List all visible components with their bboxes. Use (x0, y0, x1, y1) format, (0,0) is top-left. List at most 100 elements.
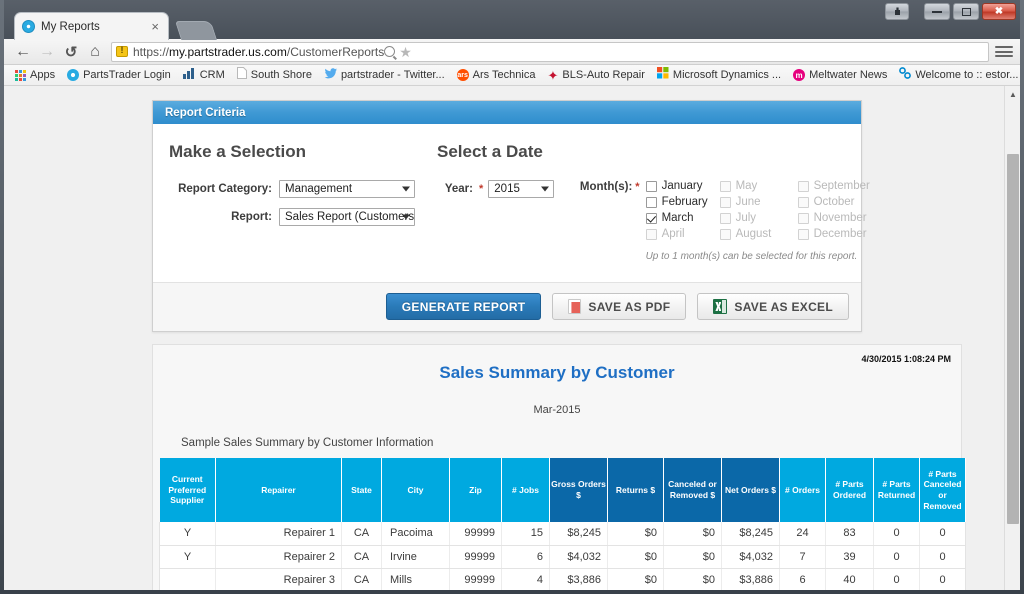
month-checkbox-december (797, 228, 809, 240)
month-option-january[interactable]: January (645, 180, 720, 192)
bookmark-star-icon[interactable]: ★ (399, 45, 412, 59)
report-select[interactable]: Sales Report (Customers (279, 208, 415, 226)
table-row: Y Repairer 2 CA Irvine 99999 6 $4,032 $0 $0 $4,03… (159, 545, 966, 569)
month-option-june: June (719, 196, 798, 208)
table-cell: $0 (663, 568, 722, 590)
column-header-8: Canceled or Removed $ (663, 458, 722, 522)
microsoft-squares-icon (656, 66, 669, 84)
month-checkbox-january[interactable] (645, 180, 657, 192)
scroll-up-icon[interactable]: ▲ (1005, 86, 1020, 102)
year-label: Year: (444, 183, 473, 195)
bookmark-partstrader-login[interactable]: PartsTrader Login (62, 68, 176, 82)
month-checkbox-march[interactable] (645, 212, 657, 224)
minimize-button[interactable] (924, 3, 950, 20)
table-cell: $0 (663, 522, 722, 546)
table-cell: 0 (873, 545, 920, 569)
partstrader-icon (67, 69, 80, 81)
new-tab-button[interactable] (174, 21, 218, 40)
help-button[interactable] (885, 3, 909, 20)
month-checkbox-november (797, 212, 809, 224)
column-header-3: City (381, 458, 450, 522)
report-category-select[interactable]: Management (279, 180, 415, 198)
table-cell: 0 (919, 545, 966, 569)
pdf-icon (568, 299, 582, 314)
table-cell: 99999 (449, 545, 502, 569)
column-header-4: Zip (449, 458, 502, 522)
table-cell: CA (341, 545, 382, 569)
month-option-february[interactable]: February (645, 196, 720, 208)
table-cell: 15 (501, 522, 550, 546)
report-output-panel: 4/30/2015 1:08:24 PM Sales Summary by Cu… (152, 344, 966, 590)
bookmark-meltwater-news[interactable]: m Meltwater News (788, 68, 892, 82)
months-note: Up to 1 month(s) can be selected for thi… (645, 251, 858, 262)
table-cell: Pacoima (381, 522, 450, 546)
report-category-value: Management (285, 183, 353, 195)
report-value: Sales Report (Customers (285, 211, 415, 223)
vertical-scrollbar[interactable]: ▲ (1004, 86, 1020, 590)
bookmark-twitter[interactable]: partstrader - Twitter... (319, 65, 450, 85)
bookmark-crm[interactable]: CRM (178, 65, 230, 85)
bookmark-bls-auto-repair[interactable]: ✦ BLS-Auto Repair (542, 68, 649, 83)
forward-icon[interactable]: → (35, 40, 59, 64)
bookmark-ars-technica[interactable]: ars Ars Technica (452, 68, 541, 82)
table-cell: Y (159, 522, 216, 546)
bookmark-apps[interactable]: Apps (10, 68, 60, 82)
column-header-12: # Parts Returned (873, 458, 920, 522)
bookmark-label: South Shore (250, 69, 312, 81)
page-viewport: Report Criteria Make a Selection Report … (4, 86, 1020, 590)
back-icon[interactable]: ← (11, 40, 35, 64)
month-option-august: August (719, 228, 798, 240)
month-option-april: April (645, 228, 720, 240)
month-option-march[interactable]: March (645, 212, 720, 224)
reload-icon[interactable]: ↺ (59, 40, 83, 64)
save-as-excel-button[interactable]: SAVE AS EXCEL (697, 293, 849, 320)
close-button[interactable]: ✖ (982, 3, 1016, 20)
table-cell: $8,245 (721, 522, 780, 546)
home-icon[interactable]: ⌂ (83, 40, 107, 64)
bookmark-label: PartsTrader Login (83, 69, 171, 81)
address-bar[interactable]: https://my.partstrader.us.com/CustomerRe… (111, 41, 989, 62)
month-label: June (735, 196, 761, 208)
bookmark-microsoft-dynamics[interactable]: Microsoft Dynamics ... (652, 65, 786, 85)
window-border-bottom (0, 590, 1024, 594)
tab-my-reports[interactable]: My Reports × (14, 12, 169, 40)
table-cell: 4 (501, 568, 550, 590)
table-cell: CA (341, 522, 382, 546)
bookmark-label: Ars Technica (472, 69, 536, 81)
chrome-menu-icon[interactable] (995, 42, 1013, 62)
save-as-pdf-button[interactable]: SAVE AS PDF (552, 293, 687, 320)
save-as-pdf-label: SAVE AS PDF (588, 299, 671, 314)
zoom-icon[interactable] (384, 46, 396, 57)
link-icon (899, 66, 912, 84)
select-a-date-column: Select a Date Year: * 2015 Month(s): * J… (415, 142, 888, 262)
month-checkbox-june (719, 196, 731, 208)
window-border-right (1020, 0, 1024, 594)
table-row: Repairer 3 CA Mills 99999 4 $3,886 $0 $0 $3,886 6… (159, 568, 966, 590)
table-cell: $0 (607, 545, 664, 569)
year-row: Year: * 2015 (437, 180, 555, 198)
star-icon: ✦ (547, 67, 559, 83)
generate-report-button[interactable]: GENERATE REPORT (385, 293, 542, 320)
bookmark-estor[interactable]: Welcome to :: estor... (894, 65, 1020, 85)
month-checkbox-october (797, 196, 809, 208)
column-header-2: State (341, 458, 382, 522)
bookmark-south-shore[interactable]: South Shore (232, 65, 317, 85)
report-action-buttons: GENERATE REPORT SAVE AS PDF SAVE AS EXCE… (153, 282, 861, 331)
months-required-marker: * (635, 181, 640, 193)
month-label: September (813, 180, 870, 192)
table-header-row: Current Preferred Supplier Repairer State C… (159, 458, 966, 522)
scrollbar-thumb[interactable] (1007, 154, 1019, 524)
make-a-selection-title: Make a Selection (169, 142, 307, 161)
year-select[interactable]: 2015 (488, 180, 555, 198)
bookmark-label: BLS-Auto Repair (562, 69, 645, 81)
month-checkbox-february[interactable] (645, 196, 657, 208)
web-page: Report Criteria Make a Selection Report … (4, 86, 1004, 590)
table-cell: 24 (779, 522, 826, 546)
table-cell: $0 (607, 522, 664, 546)
partstrader-favicon-icon (22, 20, 35, 33)
tab-close-icon[interactable]: × (149, 20, 161, 33)
maximize-button[interactable] (953, 3, 979, 20)
omnibox-icons: ★ (384, 45, 414, 59)
insecure-warning-icon (116, 45, 128, 57)
column-header-13: # Parts Canceled or Removed (919, 458, 966, 522)
